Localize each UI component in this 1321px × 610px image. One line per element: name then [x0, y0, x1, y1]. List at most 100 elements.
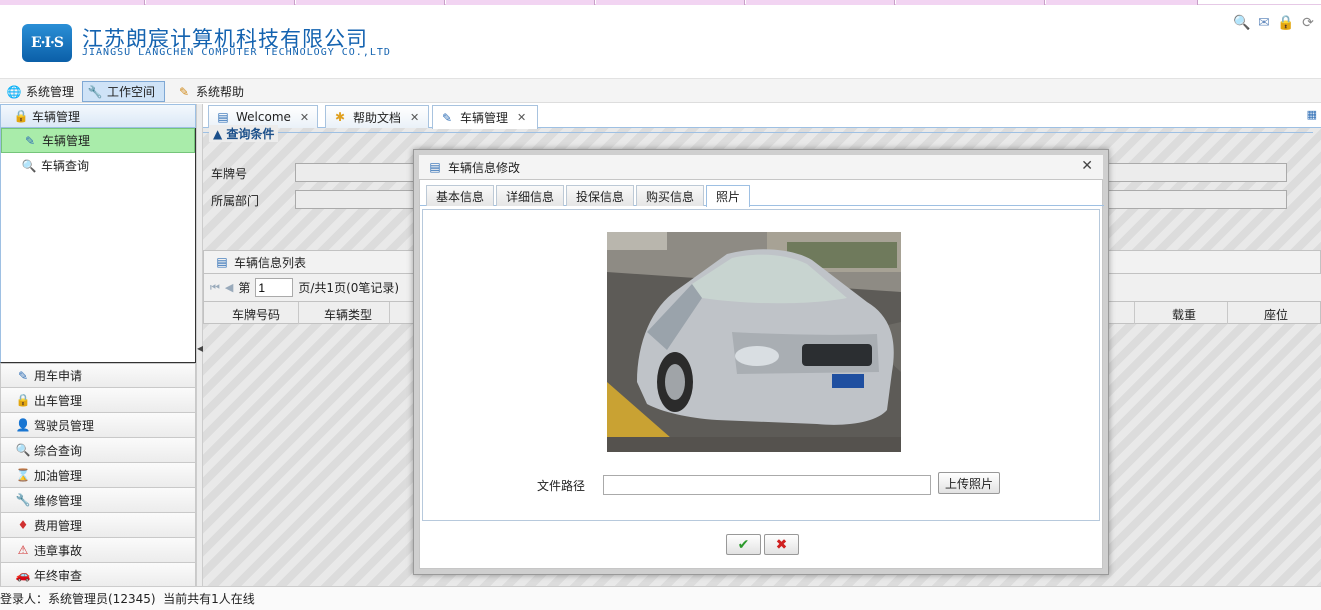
photo-panel: 文件路径 上传照片	[422, 209, 1100, 521]
grid-icon[interactable]: ▦	[1307, 108, 1317, 121]
plate-label: 车牌号	[211, 167, 248, 181]
dialog-tab-bar: 基本信息 详细信息 投保信息 购买信息 照片	[420, 182, 1104, 207]
panel-splitter[interactable]: ◀	[196, 104, 203, 586]
accordion-label: 年终审查	[34, 568, 83, 583]
cancel-button[interactable]: ✖	[764, 534, 799, 555]
sidebar-item-vehicle-query[interactable]: 🔍 车辆查询	[1, 153, 195, 178]
lock-icon: 🔒	[15, 393, 31, 407]
tab-insurance-info[interactable]: 投保信息	[566, 185, 634, 206]
globe-icon: 🌐	[6, 84, 22, 99]
help-icon: ✎	[178, 84, 190, 99]
tab-detail-info[interactable]: 详细信息	[496, 185, 564, 206]
accordion-label: 违章事故	[34, 543, 83, 558]
window-icon: ▤	[217, 110, 229, 124]
menu-system-help[interactable]: ✎ 系统帮助	[172, 81, 248, 102]
accordion-label: 加油管理	[34, 468, 83, 483]
menu-label: 系统帮助	[196, 85, 245, 99]
menu-bar: 🌐 系统管理 🔧 工作空间 ✎ 系统帮助	[0, 78, 1321, 103]
edit-icon: ✎	[24, 133, 36, 148]
gem-icon: ♦	[17, 518, 29, 532]
car-icon: 🚗	[15, 568, 31, 582]
search-icon: 🔍	[21, 158, 37, 173]
list-icon: ▤	[216, 255, 228, 269]
tab-vehicle-management[interactable]: ✎ 车辆管理 ✕	[432, 105, 538, 129]
menu-system-management[interactable]: 🌐 系统管理	[2, 81, 78, 102]
column-seats[interactable]: 座位	[1264, 306, 1288, 323]
accordion-item-fuel[interactable]: ⌛ 加油管理	[0, 463, 196, 488]
query-legend-label: 查询条件	[226, 127, 275, 141]
column-type[interactable]: 车辆类型	[324, 306, 372, 323]
accordion-item-expense[interactable]: ♦ 费用管理	[0, 513, 196, 538]
user-icon: 👤	[15, 418, 31, 432]
vehicle-edit-dialog: ▤ 车辆信息修改 ✕ 基本信息 详细信息 投保信息 购买信息 照片 文件路径 上…	[413, 149, 1109, 575]
file-path-label: 文件路径	[537, 479, 586, 493]
accordion-item-car-request[interactable]: ✎ 用车申请	[0, 363, 196, 388]
tab-bar: ▤ Welcome ✕ ✱ 帮助文档 ✕ ✎ 车辆管理 ✕ ▦	[203, 104, 1321, 129]
refresh-icon[interactable]: ⟳	[1299, 15, 1317, 31]
lock-icon[interactable]: 🔒	[1277, 15, 1295, 31]
search-icon[interactable]: 🔍	[1233, 15, 1251, 31]
accordion-item-violation[interactable]: ⚠ 违章事故	[0, 538, 196, 563]
query-legend[interactable]: ▲ 查询条件	[209, 125, 279, 142]
sidebar-header[interactable]: 🔒 车辆管理	[0, 104, 196, 128]
sidebar-tree: ✎ 车辆管理 🔍 车辆查询	[0, 128, 196, 363]
app-header: E·I·S 江苏朗宸计算机科技有限公司 JIANGSU LANGCHEN COM…	[0, 5, 1321, 78]
accordion-item-dispatch[interactable]: 🔒 出车管理	[0, 388, 196, 413]
accordion-label: 驾驶员管理	[34, 418, 95, 433]
menu-label: 工作空间	[107, 85, 156, 99]
accordion-label: 用车申请	[34, 369, 83, 383]
accordion-item-repair[interactable]: 🔧 维修管理	[0, 488, 196, 513]
upload-photo-button[interactable]: 上传照片	[938, 472, 1000, 494]
mail-icon[interactable]: ✉	[1255, 15, 1273, 31]
first-page-icon[interactable]: ⏮	[210, 281, 220, 295]
tab-label: 车辆管理	[460, 111, 509, 125]
tab-label: 帮助文档	[353, 110, 402, 125]
hourglass-icon: ⌛	[15, 468, 31, 482]
close-icon[interactable]: ✕	[410, 111, 419, 124]
vehicle-photo	[607, 232, 901, 452]
close-icon[interactable]: ✕	[517, 111, 526, 124]
close-icon[interactable]: ✕	[1081, 158, 1093, 174]
tool-icon: 🔧	[15, 493, 31, 507]
lock-icon: 🔒	[13, 109, 29, 123]
search-icon: 🔍	[15, 443, 31, 457]
prev-page-icon[interactable]: ◀	[225, 281, 233, 294]
menu-workspace[interactable]: 🔧 工作空间	[82, 81, 165, 102]
status-bar: 登录人：系统管理员(12345) 当前共有1人在线	[0, 586, 1321, 610]
accordion-item-annual-review[interactable]: 🚗 年终审查	[0, 563, 196, 588]
department-label: 所属部门	[211, 194, 260, 208]
sidebar-item-label: 车辆管理	[42, 134, 91, 148]
tab-label: Welcome	[236, 110, 291, 124]
column-plate[interactable]: 车牌号码	[232, 306, 280, 323]
star-icon: ✱	[334, 110, 346, 124]
menu-label: 系统管理	[26, 85, 75, 99]
page-number-input[interactable]	[255, 278, 294, 297]
status-text: 登录人：系统管理员(12345) 当前共有1人在线	[0, 592, 255, 606]
pager-suffix: 页/共1页(0笔记录)	[298, 281, 400, 295]
sidebar-item-vehicle-management[interactable]: ✎ 车辆管理	[1, 128, 195, 153]
accordion-item-general-query[interactable]: 🔍 综合查询	[0, 438, 196, 463]
dialog-title: 车辆信息修改	[448, 160, 521, 175]
dialog-title-bar[interactable]: ▤ 车辆信息修改 ✕	[419, 155, 1103, 179]
tab-basic-info[interactable]: 基本信息	[426, 185, 494, 206]
form-icon: ✎	[17, 368, 29, 383]
tab-help-docs[interactable]: ✱ 帮助文档 ✕	[325, 105, 429, 128]
edit-icon: ✎	[441, 110, 453, 125]
accordion-list: ✎ 用车申请 🔒 出车管理 👤 驾驶员管理 🔍 综合查询 ⌛ 加油管理 🔧 维修管理 ♦ 费用…	[0, 363, 196, 588]
list-title: 车辆信息列表	[234, 255, 307, 270]
accordion-label: 出车管理	[34, 393, 83, 408]
sidebar-header-label: 车辆管理	[32, 109, 81, 124]
pager-prefix: 第	[238, 281, 251, 295]
accordion-label: 维修管理	[34, 493, 83, 508]
wrench-icon: 🔧	[87, 84, 103, 99]
sidebar: 🔒 车辆管理 ✎ 车辆管理 🔍 车辆查询 ✎ 用车申请 🔒 出车管理 👤 驾驶员管理 …	[0, 104, 196, 588]
column-load[interactable]: 载重	[1172, 306, 1196, 323]
accordion-item-driver[interactable]: 👤 驾驶员管理	[0, 413, 196, 438]
form-icon: ▤	[429, 160, 441, 174]
tab-photo[interactable]: 照片	[706, 185, 750, 207]
file-path-input[interactable]	[603, 475, 931, 495]
tab-purchase-info[interactable]: 购买信息	[636, 185, 704, 206]
dialog-body: 基本信息 详细信息 投保信息 购买信息 照片 文件路径 上传照片 ✔ ✖	[419, 179, 1104, 569]
confirm-button[interactable]: ✔	[726, 534, 761, 555]
close-icon[interactable]: ✕	[300, 111, 309, 124]
